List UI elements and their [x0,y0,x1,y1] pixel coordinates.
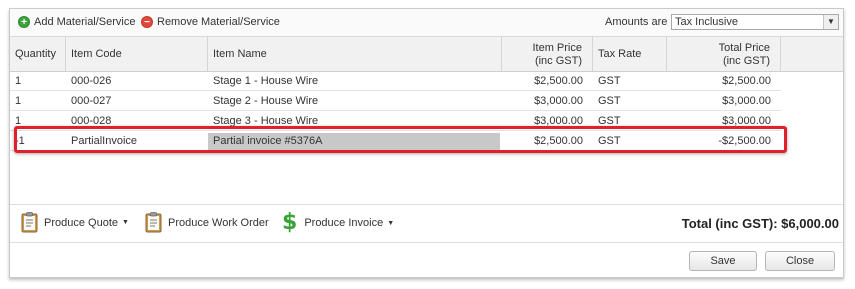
col-item-price-label: Item Price (inc GST) [532,42,582,68]
cell-quantity[interactable]: 1 [15,73,65,90]
cell-item-name[interactable]: Stage 2 - House Wire [208,93,500,110]
amounts-are-label: Amounts are [605,16,668,28]
clipboard-icon [145,212,162,233]
cell-item-price[interactable]: $3,000.00 [502,93,583,110]
cell-item-code[interactable]: 000-027 [71,93,207,110]
dollar-icon: $ [282,210,298,235]
col-quantity-label: Quantity [15,48,56,60]
plus-icon: + [18,16,30,28]
caret-down-icon: ▼ [387,219,395,227]
remove-material-service-label: Remove Material/Service [157,16,280,28]
clipboard-icon [21,212,38,233]
cell-tax-rate[interactable]: GST [598,93,666,110]
col-item-price-line1: Item Price [532,41,582,54]
close-button[interactable]: Close [765,251,835,271]
produce-quote-button[interactable]: Produce Quote ▼ [21,212,129,233]
cell-quantity[interactable]: -1 [15,133,65,150]
cell-quantity[interactable]: 1 [15,93,65,110]
cell-total-price[interactable]: $3,000.00 [667,93,771,110]
cell-item-price[interactable]: $2,500.00 [502,133,583,150]
col-total-price-line2: (inc GST) [722,54,770,67]
produce-invoice-label: Produce Invoice [304,217,384,229]
remove-material-service-button[interactable]: − Remove Material/Service [141,16,280,28]
produce-invoice-button[interactable]: $ Produce Invoice ▼ [282,212,394,234]
produce-quote-label: Produce Quote [44,216,118,229]
table-row[interactable]: 1 000-027 Stage 2 - House Wire $3,000.00 GST… [10,93,781,111]
caret-down-icon: ▼ [122,219,129,226]
col-tax-rate[interactable]: Tax Rate [593,37,667,72]
table-row[interactable]: -1 PartialInvoice Partial invoice #5376A $2… [10,133,781,151]
col-spacer [781,37,843,72]
col-total-price-line1: Total Price [718,41,770,54]
cell-tax-rate[interactable]: GST [598,113,666,130]
cell-item-price[interactable]: $2,500.00 [502,73,583,90]
cell-item-name[interactable]: Stage 3 - House Wire [208,113,500,130]
col-item-code[interactable]: Item Code [66,37,208,72]
chevron-down-icon[interactable]: ▼ [823,15,838,29]
col-item-price-line2: (inc GST) [534,54,582,67]
cell-item-code[interactable]: 000-028 [71,113,207,130]
table-header: Quantity Item Code Item Name Item Price(… [10,36,843,72]
col-item-price[interactable]: Item Price (inc GST) [502,37,593,72]
table-row[interactable]: 1 000-028 Stage 3 - House Wire $3,000.00 GST… [10,113,781,131]
cell-total-price[interactable]: $2,500.00 [667,73,771,90]
total-amount: Total (inc GST): $6,000.00 [681,216,839,231]
cell-tax-rate[interactable]: GST [598,73,666,90]
col-tax-rate-label: Tax Rate [598,48,642,60]
cell-item-name[interactable]: Stage 1 - House Wire [208,73,500,90]
col-item-name[interactable]: Item Name [208,37,502,72]
cell-total-price[interactable]: -$2,500.00 [667,133,771,150]
bottom-divider [10,242,843,243]
cell-item-price[interactable]: $3,000.00 [502,113,583,130]
amounts-select-value: Tax Inclusive [675,16,738,28]
produce-work-order-label: Produce Work Order [168,216,269,229]
col-quantity[interactable]: Quantity [10,37,66,72]
cell-total-price[interactable]: $3,000.00 [667,113,771,130]
col-total-price-label: Total Price (inc GST) [719,42,770,68]
cell-item-code[interactable]: 000-026 [71,73,207,90]
cell-item-name[interactable]: Partial invoice #5376A [208,133,500,150]
cell-quantity[interactable]: 1 [15,113,65,130]
toolbar: + Add Material/Service − Remove Material… [10,9,843,36]
col-total-price[interactable]: Total Price (inc GST) [667,37,781,72]
cell-item-code[interactable]: PartialInvoice [71,133,207,150]
col-item-name-label: Item Name [213,48,267,60]
col-item-code-label: Item Code [71,48,122,60]
minus-icon: − [141,16,153,28]
amounts-select[interactable]: Tax Inclusive ▼ [671,14,839,30]
footer-divider [10,204,843,205]
table-row[interactable]: 1 000-026 Stage 1 - House Wire $2,500.00 GST… [10,73,781,91]
add-material-service-label: Add Material/Service [34,16,136,28]
save-button[interactable]: Save [689,251,757,271]
cell-tax-rate[interactable]: GST [598,133,666,150]
produce-work-order-button[interactable]: Produce Work Order [145,212,269,233]
material-service-panel: + Add Material/Service − Remove Material… [9,8,844,278]
add-material-service-button[interactable]: + Add Material/Service [18,16,136,28]
